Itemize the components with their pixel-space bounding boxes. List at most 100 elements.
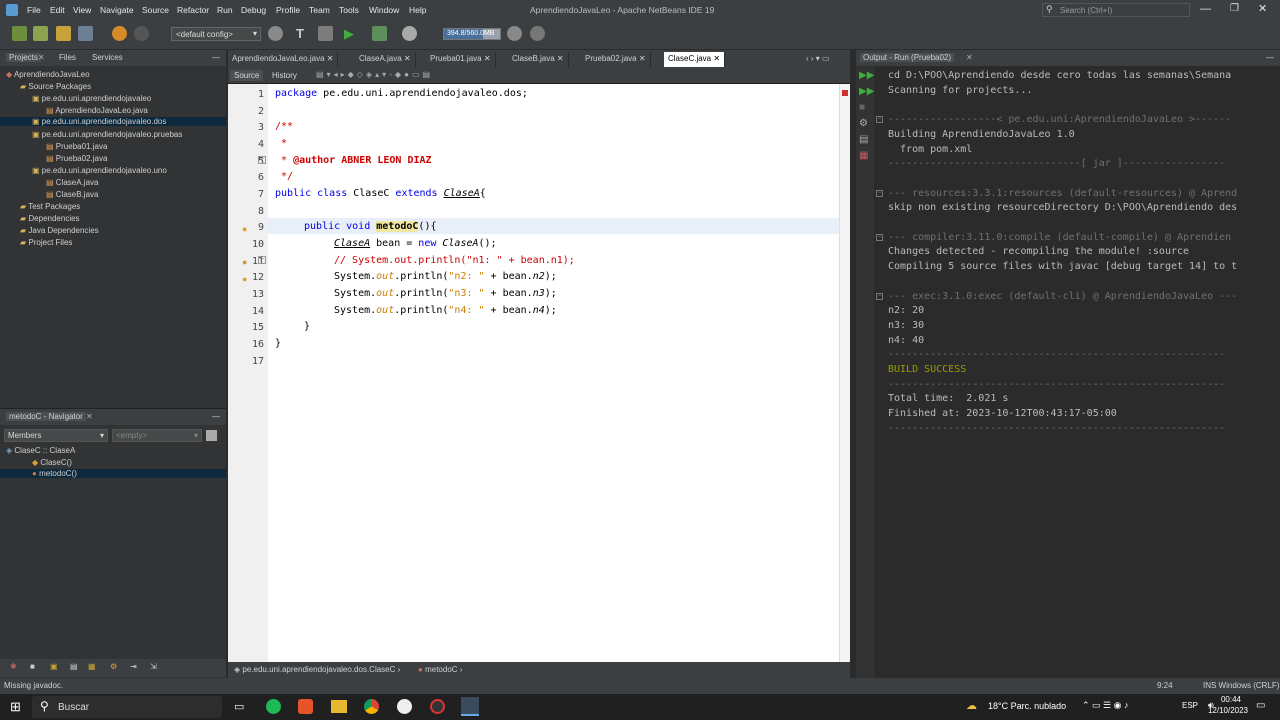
tab-prueba01[interactable]: Prueba01.java ✕	[426, 52, 496, 67]
rerun-icon[interactable]: ▶▶	[859, 70, 874, 81]
breakpoint-icon[interactable]: ▤	[70, 662, 78, 671]
close-icon[interactable]: ✕	[38, 53, 45, 62]
clean-icon[interactable]	[268, 26, 283, 41]
fold-icon[interactable]: −	[258, 156, 266, 164]
error-stripe[interactable]	[839, 84, 850, 662]
tree-item-source-packages[interactable]: ▰ Source Packages	[20, 82, 91, 91]
notifications-icon[interactable]: ▭	[1256, 700, 1265, 711]
fold-icon[interactable]: −	[876, 116, 883, 124]
language-indicator[interactable]: ESP	[1182, 701, 1198, 710]
run-icon[interactable]: ▶	[344, 26, 359, 41]
nav-item-constructor[interactable]: ◆ ClaseC()	[32, 458, 72, 467]
fold-icon[interactable]: −	[258, 256, 266, 264]
brave-icon[interactable]	[298, 699, 313, 714]
menu-navigate[interactable]: Navigate	[100, 5, 134, 15]
rerun-with-args-icon[interactable]: ▶▶	[859, 86, 874, 97]
menu-team[interactable]: Team	[309, 5, 330, 15]
minimize-button[interactable]: —	[1200, 3, 1211, 15]
tree-item-file[interactable]: ▤ AprendiendoJavaLeo.java	[46, 106, 148, 115]
breadcrumb-class[interactable]: ◈ pe.edu.uni.aprendiendojavaleo.dos.Clas…	[234, 665, 400, 674]
tree-item-file[interactable]: ▤ Prueba02.java	[46, 154, 107, 163]
clear-icon[interactable]: ▦	[859, 150, 868, 161]
empty-select[interactable]: <empty> ▾	[112, 429, 202, 442]
tab-services[interactable]: Services	[92, 53, 123, 62]
settings-icon[interactable]: ⚙	[859, 118, 868, 129]
minimize-panel-icon[interactable]: —	[1266, 53, 1274, 62]
file-explorer-icon[interactable]	[331, 700, 347, 713]
undo-icon[interactable]	[112, 26, 127, 41]
override-icon[interactable]: ●	[242, 224, 247, 234]
tree-item-package[interactable]: ▣ pe.edu.uni.aprendiendojavaleo.uno	[32, 166, 167, 175]
chrome-icon[interactable]	[364, 699, 379, 714]
tree-item-dependencies[interactable]: ▰ Dependencies	[20, 214, 80, 223]
filter-icon[interactable]	[206, 430, 217, 441]
nav-item-class[interactable]: ◈ ClaseC :: ClaseA	[6, 446, 75, 455]
menu-refactor[interactable]: Refactor	[177, 5, 209, 15]
editor-actions-icon[interactable]: ▤▾◂▸◆◇◈▴▾◦◆●▭▤	[316, 70, 433, 79]
weather-text[interactable]: 18°C Parc. nublado	[988, 701, 1066, 711]
gc-icon[interactable]	[507, 26, 522, 41]
warning-icon[interactable]: ●	[242, 274, 247, 284]
menu-profile[interactable]: Profile	[276, 5, 300, 15]
stop-icon[interactable]: ■	[30, 662, 35, 671]
save-all-icon[interactable]	[78, 26, 93, 41]
open-project-icon[interactable]	[56, 26, 71, 41]
profile-icon[interactable]	[402, 26, 417, 41]
wrap-icon[interactable]: ▤	[859, 134, 868, 145]
tab-navigator[interactable]: metodoC - Navigator	[6, 412, 86, 421]
menu-view[interactable]: View	[73, 5, 91, 15]
tab-claseb[interactable]: ClaseB.java ✕	[508, 52, 569, 67]
tab-projects[interactable]: Projects	[6, 53, 41, 62]
spotify-icon[interactable]	[266, 699, 281, 714]
search-box[interactable]: ⚲ Search (Ctrl+I)	[1042, 3, 1190, 17]
history-tab[interactable]: History	[272, 71, 297, 80]
tray-icons[interactable]: ⌃ ▭ ☰ ◉ ♪	[1082, 700, 1128, 711]
recorder-icon[interactable]	[430, 699, 445, 714]
clock-time[interactable]: 00:44	[1213, 695, 1241, 704]
expand-icon[interactable]: ⇲	[150, 662, 157, 671]
breadcrumb-method[interactable]: ● metodoC ›	[418, 665, 462, 674]
menu-help[interactable]: Help	[409, 5, 426, 15]
tree-item-file[interactable]: ▤ ClaseB.java	[46, 190, 98, 199]
members-select[interactable]: Members ▾	[4, 429, 108, 442]
tree-item-project[interactable]: ◆ AprendiendoJavaLeo	[6, 70, 90, 79]
menu-source[interactable]: Source	[142, 5, 169, 15]
fold-icon[interactable]: −	[876, 233, 883, 241]
maximize-button[interactable]: ❐	[1230, 3, 1239, 14]
tree-item-java-dependencies[interactable]: ▰ Java Dependencies	[20, 226, 99, 235]
debug-icon[interactable]	[372, 26, 387, 41]
task-view-icon[interactable]: ▭	[234, 700, 244, 713]
tab-prueba02[interactable]: Prueba02.java ✕	[581, 52, 651, 67]
netbeans-icon[interactable]	[461, 697, 479, 716]
tab-files[interactable]: Files	[59, 53, 76, 62]
close-button[interactable]: ✕	[1258, 2, 1267, 15]
tab-clasec[interactable]: ClaseC.java ✕	[664, 52, 726, 67]
fold-icon[interactable]: −	[876, 292, 883, 300]
tree-item-file[interactable]: ▤ Prueba01.java	[46, 142, 107, 151]
tree-item-package[interactable]: ▣ pe.edu.uni.aprendiendojavaleo.pruebas	[32, 130, 182, 139]
minimize-panel-icon[interactable]: —	[212, 412, 220, 421]
menu-tools[interactable]: Tools	[339, 5, 359, 15]
menu-window[interactable]: Window	[369, 5, 399, 15]
menu-run[interactable]: Run	[217, 5, 233, 15]
menu-debug[interactable]: Debug	[241, 5, 266, 15]
taskbar-search[interactable]: ⚲ Buscar	[32, 696, 222, 718]
clean-build-icon[interactable]	[318, 26, 333, 41]
windows-start-icon[interactable]: ⊞	[10, 699, 21, 715]
tab-clasea[interactable]: ClaseA.java ✕	[355, 52, 416, 67]
profiler-snapshot-icon[interactable]	[530, 26, 545, 41]
minimize-panel-icon[interactable]: —	[212, 53, 220, 62]
memory-indicator[interactable]: 394.8/560.0MB	[443, 28, 501, 40]
watch-icon[interactable]: ▦	[88, 662, 96, 671]
tree-item-test-packages[interactable]: ▰ Test Packages	[20, 202, 80, 211]
bug-icon[interactable]: ✱	[10, 662, 17, 671]
source-tab[interactable]: Source	[230, 70, 264, 81]
settings-icon[interactable]: ⚙	[110, 662, 117, 671]
nav-item-method-selected[interactable]: ● metodoC()	[0, 469, 226, 478]
tree-item-file[interactable]: ▤ ClaseA.java	[46, 178, 98, 187]
tree-item-package-selected[interactable]: ▣ pe.edu.uni.aprendiendojavaleo.dos	[0, 117, 226, 126]
stop-icon[interactable]: ■	[859, 102, 865, 113]
new-project-icon[interactable]	[33, 26, 48, 41]
config-select[interactable]: <default config> ▾	[171, 27, 261, 41]
tree-item-package[interactable]: ▣ pe.edu.uni.aprendiendojavaleo	[32, 94, 151, 103]
